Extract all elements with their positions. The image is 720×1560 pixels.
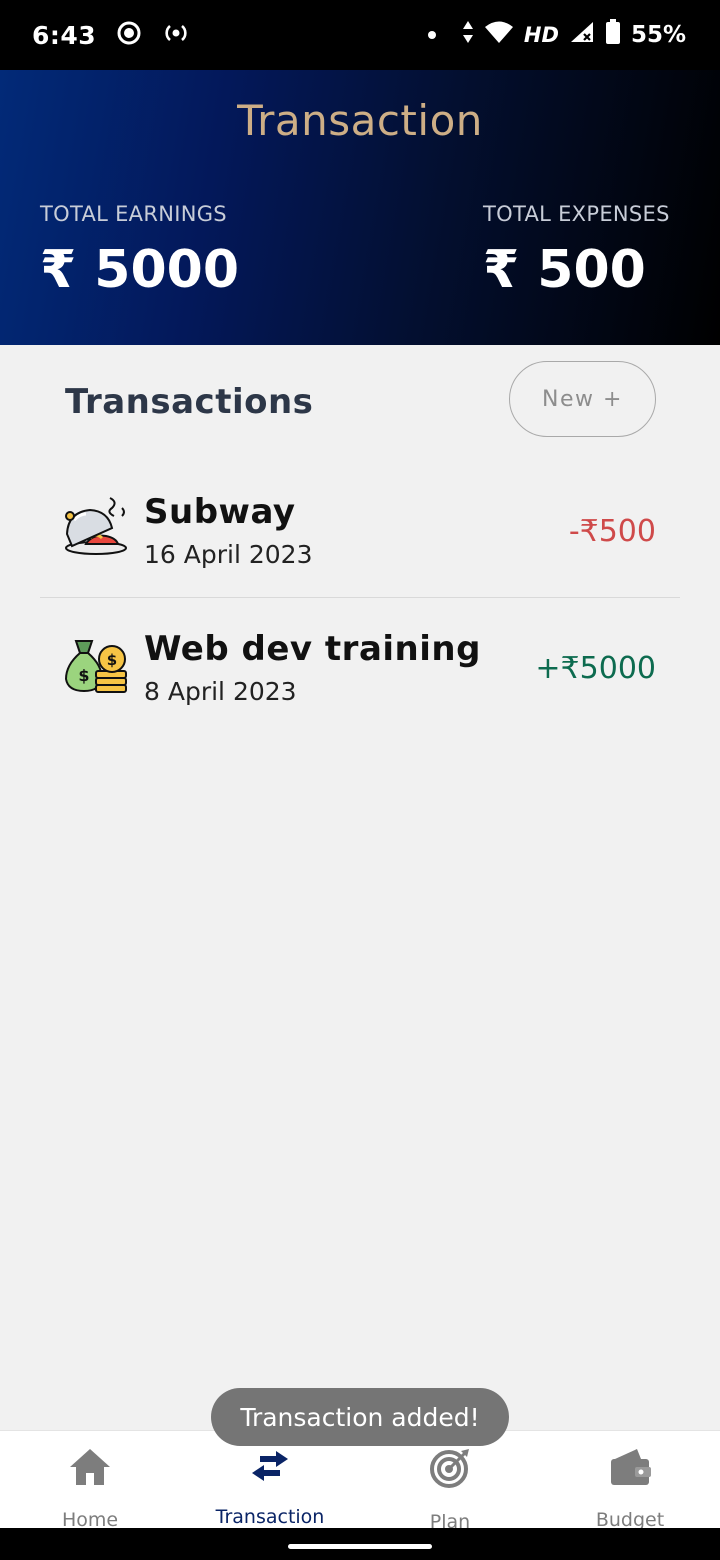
transaction-date: 16 April 2023 <box>144 540 313 569</box>
record-icon <box>116 20 142 50</box>
nav-item-budget[interactable]: Budget <box>540 1431 720 1531</box>
transactions-heading: Transactions <box>65 382 314 422</box>
transaction-row[interactable]: Subway 16 April 2023 -₹500 <box>40 480 680 598</box>
svg-text:$: $ <box>78 666 89 685</box>
summary-header: Transaction TOTAL EARNINGS ₹ 5000 TOTAL … <box>0 70 720 345</box>
food-cloche-icon <box>62 494 130 562</box>
transaction-amount: +₹5000 <box>535 651 656 686</box>
money-bag-icon: $ $ <box>62 631 130 699</box>
nav-item-home[interactable]: Home <box>0 1431 180 1531</box>
transaction-name: Subway <box>144 492 296 532</box>
target-icon <box>429 1447 471 1489</box>
total-earnings-label: TOTAL EARNINGS <box>40 202 227 226</box>
data-arrows-icon <box>462 20 474 50</box>
gesture-bar <box>0 1528 720 1560</box>
total-expenses-label: TOTAL EXPENSES <box>483 202 670 226</box>
total-expenses-value: ₹ 500 <box>483 240 646 300</box>
battery-level: 55% <box>630 22 686 48</box>
transaction-date: 8 April 2023 <box>144 677 297 706</box>
home-icon <box>68 1447 112 1487</box>
toast-message: Transaction added! <box>211 1388 509 1446</box>
transaction-name: Web dev training <box>144 629 481 669</box>
status-bar: 6:43 HD 55% <box>0 0 720 70</box>
home-gesture-handle[interactable] <box>288 1544 432 1549</box>
transfer-arrows-icon <box>250 1447 290 1484</box>
hotspot-icon <box>162 21 190 49</box>
network-type: HD <box>523 23 559 47</box>
svg-text:$: $ <box>107 651 117 669</box>
notification-dot-icon <box>427 31 436 39</box>
total-earnings: TOTAL EARNINGS ₹ 5000 <box>40 202 239 300</box>
nav-label-transaction: Transaction <box>215 1506 325 1528</box>
transaction-row[interactable]: $ $ Web dev training 8 April 2023 +₹5000 <box>40 617 680 735</box>
status-time: 6:43 <box>32 20 97 50</box>
total-expenses: TOTAL EXPENSES ₹ 500 <box>483 202 670 300</box>
wallet-icon <box>609 1447 651 1487</box>
wifi-icon <box>484 20 514 50</box>
transaction-amount: -₹500 <box>568 514 656 549</box>
total-earnings-value: ₹ 5000 <box>40 240 240 300</box>
signal-icon <box>569 20 595 50</box>
battery-icon <box>605 19 621 51</box>
page-title: Transaction <box>237 96 483 145</box>
new-transaction-button[interactable]: New + <box>509 361 656 437</box>
